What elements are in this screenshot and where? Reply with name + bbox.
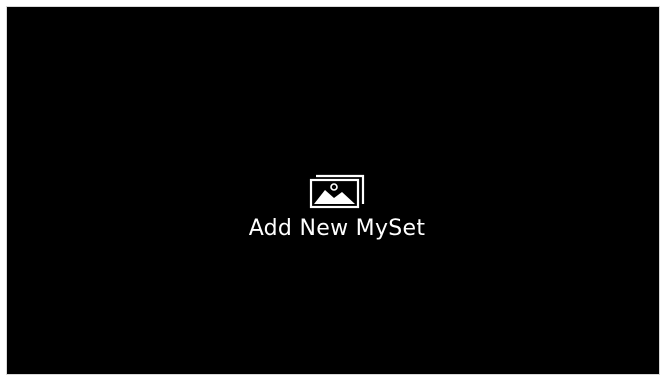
myset-screen: Add New MySet	[6, 6, 660, 375]
add-new-myset-label: Add New MySet	[248, 216, 426, 241]
add-new-myset-button[interactable]: Add New MySet	[207, 172, 467, 272]
photo-stack-icon	[307, 172, 367, 210]
